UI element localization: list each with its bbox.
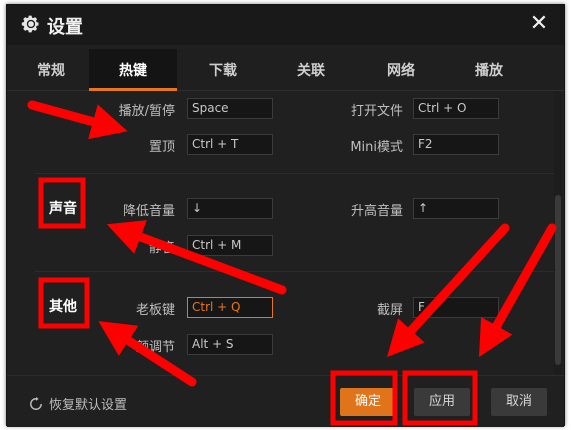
settings-window: 设置 ✕ 常规 热键 下载 关联 网络 播放 播放/暂停 Space 打开文件 … xyxy=(6,4,565,427)
hotkey-play-pause-field[interactable]: Space xyxy=(187,98,273,119)
label-play-pause: 播放/暂停 xyxy=(118,104,175,119)
close-button[interactable]: ✕ xyxy=(526,11,552,37)
divider xyxy=(35,173,555,174)
scrollbar-thumb[interactable] xyxy=(555,195,561,365)
section-other-title: 其他 xyxy=(49,299,77,315)
window-title: 设置 xyxy=(47,17,83,38)
divider xyxy=(35,271,555,272)
tab-network[interactable]: 网络 xyxy=(357,49,445,91)
hotkey-mute-field[interactable]: Ctrl + M xyxy=(187,235,273,256)
gear-icon xyxy=(21,15,39,33)
label-screenshot: 截屏 xyxy=(376,303,403,318)
title-bar: 设置 ✕ xyxy=(7,5,564,45)
label-volume-up: 升高音量 xyxy=(350,204,403,219)
tab-general[interactable]: 常规 xyxy=(7,49,95,91)
hotkey-volume-up-field[interactable]: ↑ xyxy=(413,198,499,219)
ok-button[interactable]: 确定 xyxy=(340,388,396,416)
apply-button[interactable]: 应用 xyxy=(414,388,470,416)
label-open-file: 打开文件 xyxy=(350,104,403,119)
label-color-adjust: 颜调节 xyxy=(135,340,175,355)
cancel-button[interactable]: 取消 xyxy=(491,388,547,416)
tab-association[interactable]: 关联 xyxy=(267,49,355,91)
section-sound-title: 声音 xyxy=(49,201,77,217)
hotkey-color-adjust-field[interactable]: Alt + S xyxy=(187,334,273,355)
hotkey-volume-down-field[interactable]: ↓ xyxy=(187,198,273,219)
label-mini-mode: Mini模式 xyxy=(350,140,403,155)
close-icon: ✕ xyxy=(529,11,549,36)
hotkey-screenshot-field[interactable]: F xyxy=(413,297,499,318)
tab-download[interactable]: 下载 xyxy=(179,49,267,91)
tab-playback[interactable]: 播放 xyxy=(445,49,533,91)
dialog-footer: 恢复默认设置 确定 应用 取消 xyxy=(7,375,564,427)
label-pin-top: 置顶 xyxy=(148,140,175,155)
refresh-icon xyxy=(30,397,42,410)
label-volume-down: 降低音量 xyxy=(122,204,175,219)
hotkeys-panel: 播放/暂停 Space 打开文件 Ctrl + O 置顶 Ctrl + T Mi… xyxy=(7,91,564,375)
hotkey-pin-top-field[interactable]: Ctrl + T xyxy=(187,134,273,155)
restore-defaults-label: 恢复默认设置 xyxy=(49,398,128,413)
hotkey-open-file-field[interactable]: Ctrl + O xyxy=(413,98,499,119)
label-mute: 静音 xyxy=(148,241,175,256)
hotkey-mini-mode-field[interactable]: F2 xyxy=(413,134,499,155)
hotkey-boss-key-field[interactable]: Ctrl + Q xyxy=(187,297,273,318)
label-boss-key: 老板键 xyxy=(135,303,175,318)
restore-defaults-link[interactable]: 恢复默认设置 xyxy=(29,394,127,413)
tab-hotkeys[interactable]: 热键 xyxy=(89,49,177,91)
tab-bar: 常规 热键 下载 关联 网络 播放 xyxy=(7,49,564,91)
